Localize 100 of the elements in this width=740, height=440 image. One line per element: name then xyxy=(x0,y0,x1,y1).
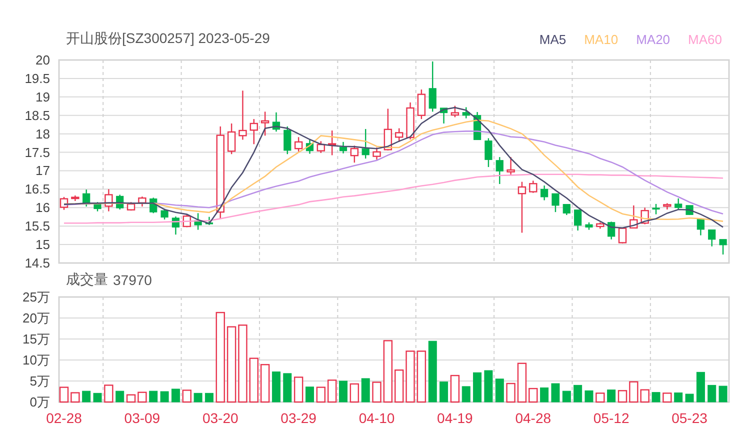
volume-bar xyxy=(272,372,280,402)
candlestick xyxy=(462,107,470,118)
legend-item: MA5 xyxy=(539,32,566,46)
candlestick xyxy=(708,229,716,246)
axis-label: 18.5 xyxy=(24,108,50,123)
axis-label: 15.5 xyxy=(24,218,50,234)
axis-label: 5万 xyxy=(30,374,50,388)
candlestick xyxy=(182,215,191,228)
volume-bar xyxy=(574,384,582,402)
date-label: 04-19 xyxy=(437,410,473,426)
axis-label: 18 xyxy=(36,126,50,142)
candlestick xyxy=(440,107,448,124)
volume-bar xyxy=(316,386,326,403)
candlestick xyxy=(172,216,180,235)
candlestick xyxy=(138,196,146,207)
legend-item: MA60 xyxy=(688,32,722,46)
candlestick xyxy=(608,222,616,240)
volume-bar xyxy=(306,386,314,402)
volume-bar xyxy=(484,370,493,402)
axis-label: 25万 xyxy=(22,290,50,304)
candlestick xyxy=(205,216,214,225)
candlestick xyxy=(663,203,672,210)
volume-bar xyxy=(428,340,437,402)
volume-bar xyxy=(194,392,202,402)
volume-bar xyxy=(506,382,516,403)
candlestick xyxy=(696,218,704,236)
volume-bar xyxy=(406,350,415,403)
volume-bar xyxy=(708,384,716,402)
volume-bar xyxy=(674,392,683,402)
volume-bar xyxy=(618,390,628,403)
candlestick xyxy=(652,204,660,214)
volume-bar xyxy=(450,374,460,403)
axis-label: 17 xyxy=(36,163,50,178)
candlestick xyxy=(496,157,504,184)
candlestick xyxy=(574,209,582,231)
volume-bar xyxy=(495,378,504,402)
axis-label: 0万 xyxy=(30,394,50,410)
volume-bar xyxy=(540,387,549,402)
volume-bar xyxy=(138,392,147,403)
volume-bar xyxy=(294,376,304,403)
axis-label: 19 xyxy=(36,89,50,104)
date-label: 02-28 xyxy=(46,410,82,426)
volume-bar xyxy=(104,384,114,403)
date-label: 04-10 xyxy=(358,410,395,426)
date-label: 04-28 xyxy=(515,410,552,426)
volume-bar xyxy=(517,362,527,403)
volume-bar xyxy=(82,390,91,402)
volume-bar xyxy=(372,382,382,403)
legend-item: MA10 xyxy=(584,32,618,46)
candlestick xyxy=(540,186,548,200)
candlestick xyxy=(596,222,604,229)
volume-bar xyxy=(249,358,258,403)
candlestick xyxy=(238,90,247,140)
candlestick xyxy=(506,157,515,176)
axis-label: 20万 xyxy=(22,310,50,326)
volume-bar xyxy=(327,380,337,403)
candlestick xyxy=(126,202,136,211)
candlestick xyxy=(450,106,460,118)
candlestick xyxy=(350,146,359,163)
candlestick xyxy=(227,123,236,154)
volume-bar xyxy=(260,364,270,403)
volume-bar xyxy=(640,389,650,403)
candlestick xyxy=(428,61,436,112)
candlestick xyxy=(384,108,392,150)
candlestick xyxy=(339,142,348,154)
volume-bar xyxy=(696,372,705,402)
volume-bar xyxy=(652,392,660,402)
volume-bar xyxy=(126,394,136,403)
volume-bar xyxy=(59,386,69,403)
volume-bar xyxy=(116,390,124,402)
axis-label: 14.5 xyxy=(24,256,50,270)
axis-label: 20 xyxy=(36,52,50,68)
candlestick xyxy=(630,205,638,229)
volume-bar xyxy=(204,392,214,402)
candlestick xyxy=(272,112,280,132)
candlestick xyxy=(306,139,314,154)
axis-label: 16 xyxy=(36,200,50,216)
candlestick xyxy=(294,137,303,152)
candlestick xyxy=(260,112,270,136)
candlestick xyxy=(417,90,426,120)
volume-bar xyxy=(685,394,694,402)
axis-label: 15 xyxy=(36,237,50,252)
date-label: 03-29 xyxy=(280,410,316,426)
volume-bar xyxy=(607,390,616,402)
volume-bar xyxy=(596,392,605,403)
volume-bar xyxy=(182,390,192,403)
volume-bar xyxy=(160,391,169,402)
volume-bar xyxy=(551,383,560,402)
candlestick xyxy=(395,128,404,142)
date-label: 03-09 xyxy=(124,410,160,426)
volume-bar xyxy=(383,340,393,403)
legend-item: MA20 xyxy=(636,32,670,46)
volume-bar xyxy=(93,392,102,402)
axis-label: 10万 xyxy=(22,352,50,368)
volume-bar xyxy=(584,390,594,402)
candlestick xyxy=(585,222,593,230)
volume-bar xyxy=(149,390,158,402)
volume-bar xyxy=(629,381,638,403)
candlestick xyxy=(529,180,538,193)
volume-bar xyxy=(528,388,538,403)
